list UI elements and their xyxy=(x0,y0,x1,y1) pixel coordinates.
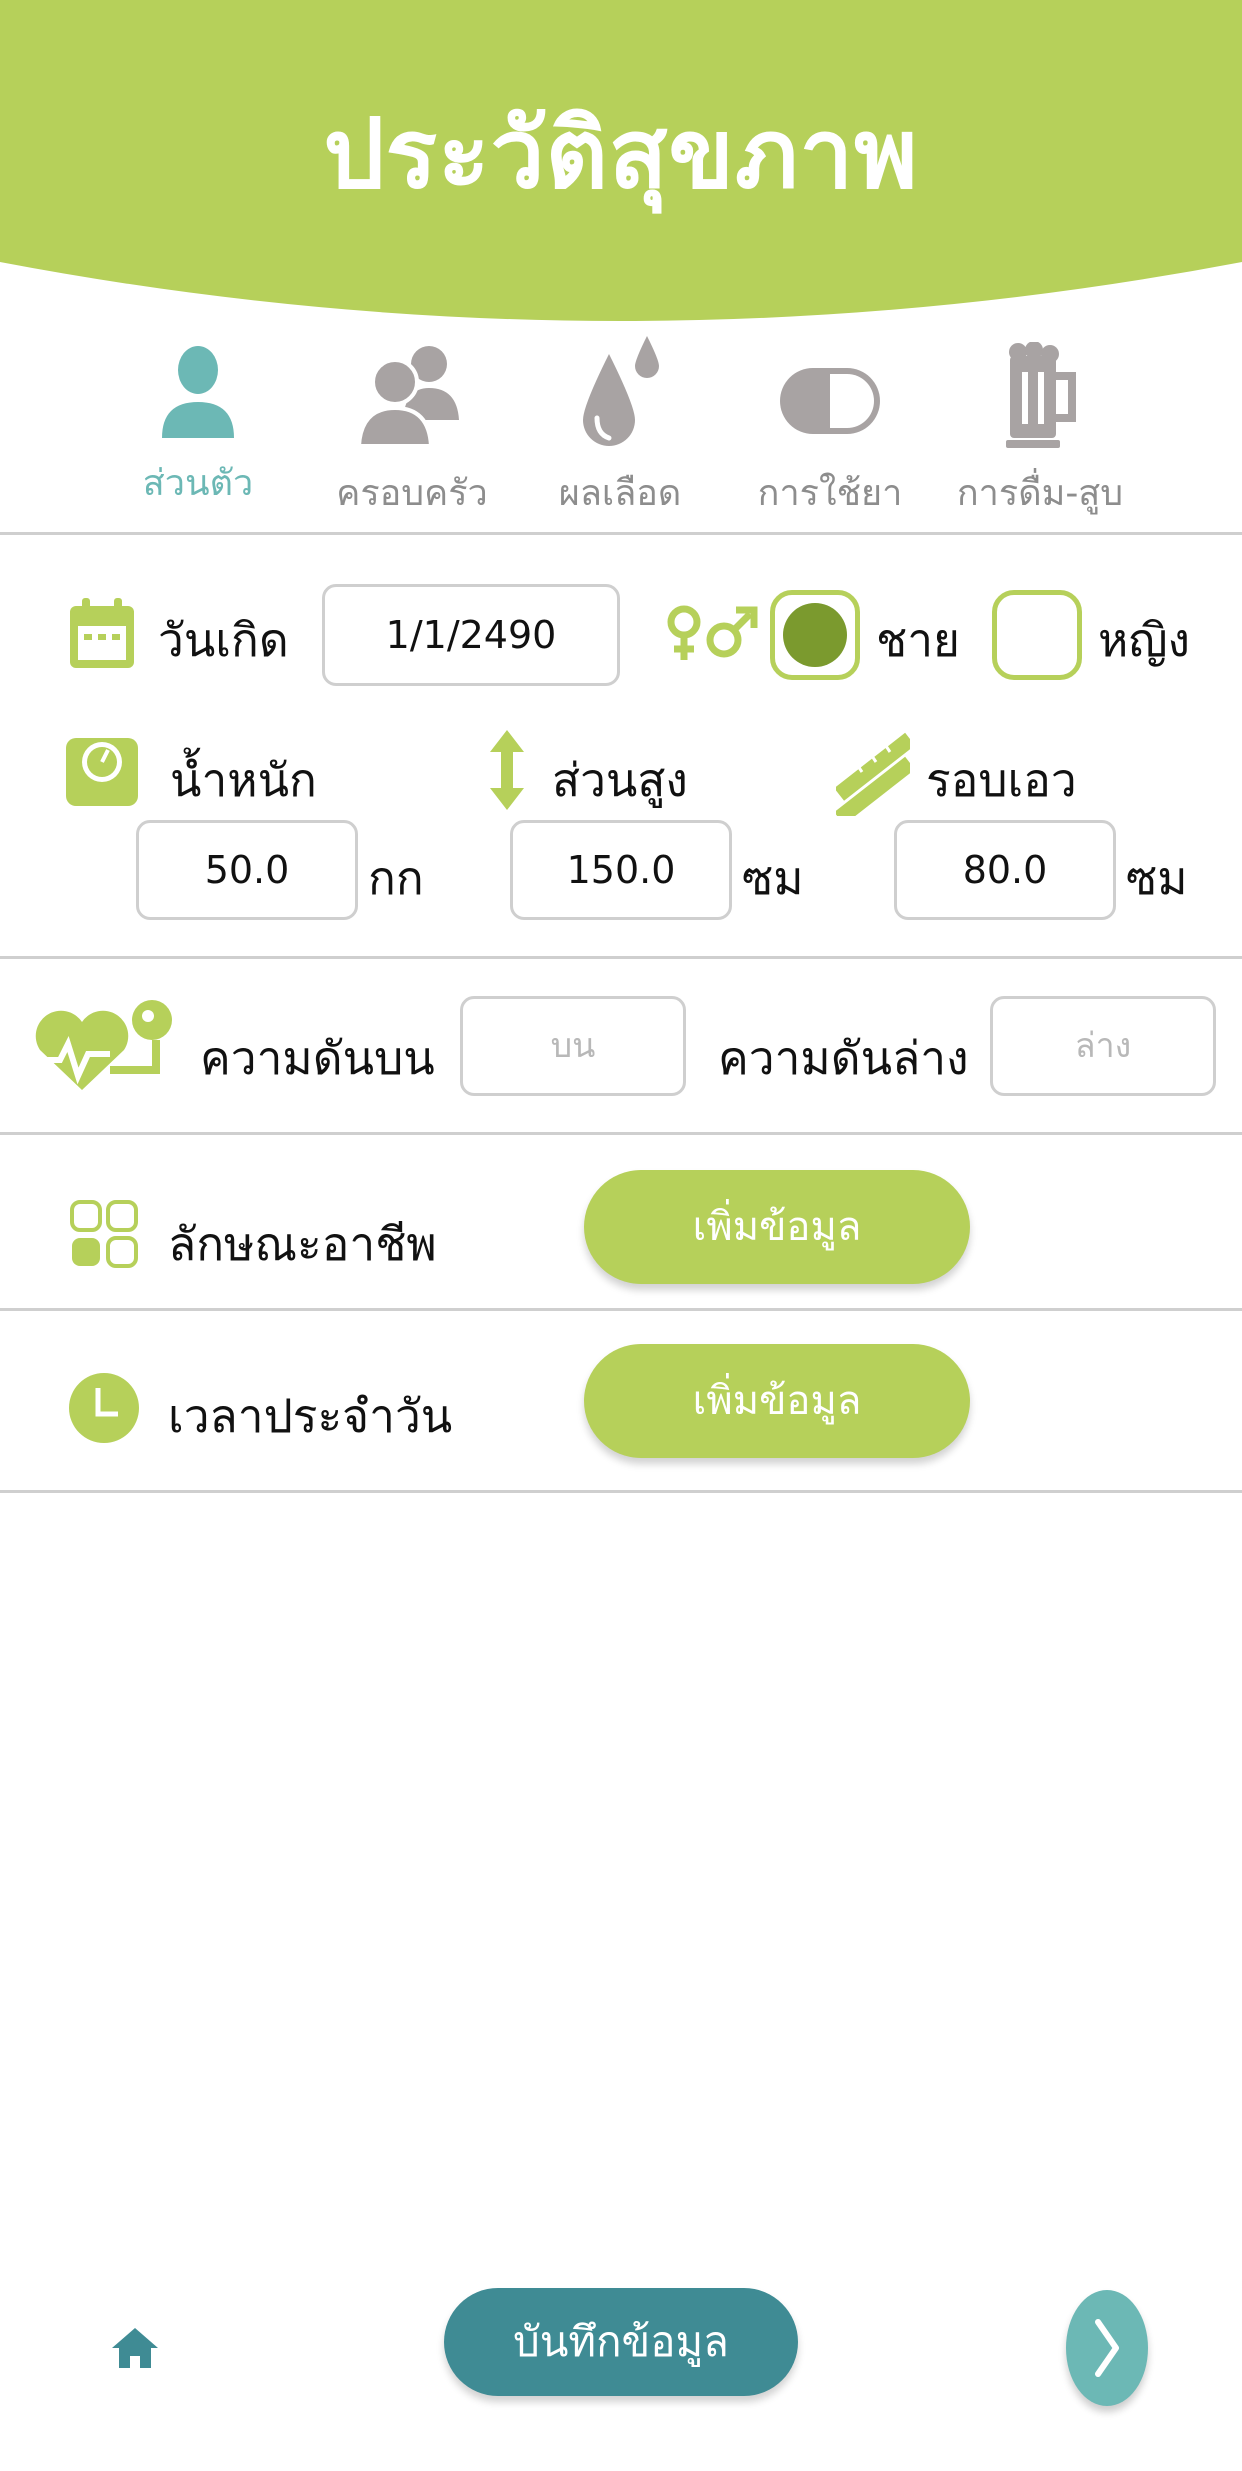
tape-measure-icon xyxy=(834,726,915,825)
gender-female-label: หญิง xyxy=(1098,613,1190,667)
tab-label: ส่วนตัว xyxy=(142,463,254,504)
pill-icon xyxy=(730,340,930,450)
daily-time-add-button[interactable]: เพิ่มข้อมูล xyxy=(584,1344,970,1458)
page-title: ประวัติสุขภาพ xyxy=(323,98,919,210)
home-icon[interactable] xyxy=(110,2326,160,2374)
weight-unit: กก xyxy=(368,851,424,905)
beer-mug-icon xyxy=(940,340,1140,450)
radio-selected-dot xyxy=(783,603,847,667)
waist-unit: ซม xyxy=(1126,851,1188,905)
height-input[interactable]: 150.0 xyxy=(510,820,732,920)
birthdate-input[interactable]: 1/1/2490 xyxy=(322,584,620,686)
divider xyxy=(0,1308,1242,1311)
waist-input[interactable]: 80.0 xyxy=(894,820,1116,920)
bp-lower-input[interactable]: ล่าง xyxy=(990,996,1216,1096)
next-button[interactable] xyxy=(1066,2290,1148,2406)
bp-lower-label: ความดันล่าง xyxy=(718,1031,969,1085)
tab-blood-results[interactable]: ผลเลือด xyxy=(520,336,720,540)
height-arrow-icon xyxy=(488,730,526,814)
occupation-label: ลักษณะอาชีพ xyxy=(168,1217,437,1271)
family-icon xyxy=(312,340,512,450)
grid-icon xyxy=(70,1200,138,1272)
tab-drink-smoke[interactable]: การดื่ม-สูบ xyxy=(940,340,1140,540)
tab-label: การดื่ม-สูบ xyxy=(956,473,1124,514)
blood-pressure-icon xyxy=(30,996,176,1100)
tab-medication[interactable]: การใช้ยา xyxy=(730,340,930,540)
weight-input[interactable]: 50.0 xyxy=(136,820,358,920)
gender-male-radio[interactable] xyxy=(770,590,860,680)
tab-label: การใช้ยา xyxy=(757,473,903,514)
calendar-icon xyxy=(68,598,136,674)
gender-male-label: ชาย xyxy=(876,613,961,667)
tab-family[interactable]: ครอบครัว xyxy=(312,340,512,540)
blood-drop-icon xyxy=(520,336,720,450)
gender-female-radio[interactable] xyxy=(992,590,1082,680)
tab-label: ผลเลือด xyxy=(558,473,682,514)
daily-time-label: เวลาประจำวัน xyxy=(168,1389,453,1443)
chevron-right-icon xyxy=(1095,2319,1119,2377)
save-button[interactable]: บันทึกข้อมูล xyxy=(444,2288,798,2396)
tab-personal[interactable]: ส่วนตัว xyxy=(98,330,298,530)
person-icon xyxy=(98,330,298,440)
divider xyxy=(0,532,1242,535)
height-label: ส่วนสูง xyxy=(552,753,688,807)
waist-label: รอบเอว xyxy=(926,753,1077,807)
divider xyxy=(0,1490,1242,1493)
occupation-add-button[interactable]: เพิ่มข้อมูล xyxy=(584,1170,970,1284)
bp-upper-input[interactable]: บน xyxy=(460,996,686,1096)
weight-label: น้ำหนัก xyxy=(170,753,317,807)
birthdate-label: วันเกิด xyxy=(158,613,289,667)
scale-icon xyxy=(64,732,140,812)
bp-upper-label: ความดันบน xyxy=(200,1031,435,1085)
clock-icon xyxy=(68,1372,140,1448)
tab-label: ครอบครัว xyxy=(336,473,488,514)
gender-icon xyxy=(664,604,758,668)
height-unit: ซม xyxy=(742,851,804,905)
divider xyxy=(0,956,1242,959)
divider xyxy=(0,1132,1242,1135)
